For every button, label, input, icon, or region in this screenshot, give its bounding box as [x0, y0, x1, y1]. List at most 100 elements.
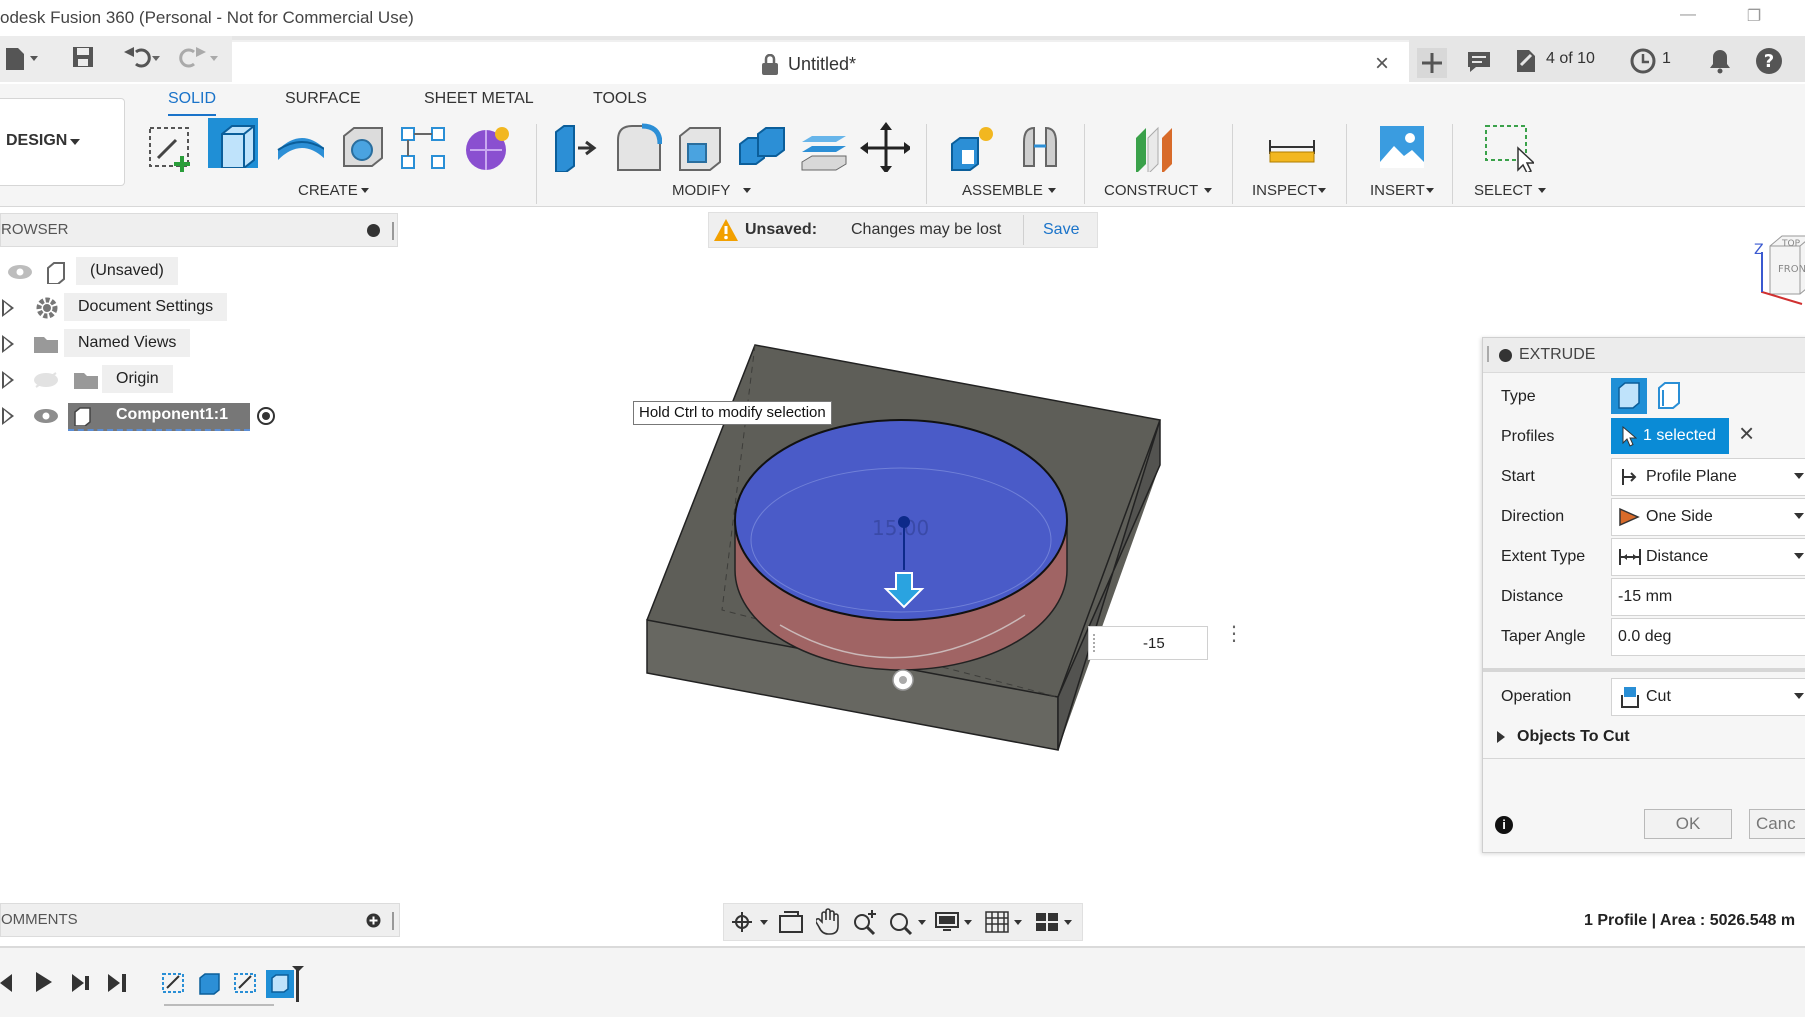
file-menu-icon[interactable]: [4, 46, 38, 72]
type-thin-icon[interactable]: [1651, 378, 1687, 414]
select-group-label[interactable]: SELECT: [1474, 182, 1532, 199]
direction-select[interactable]: One Side: [1611, 498, 1805, 536]
timeline-extrude-icon[interactable]: [196, 970, 224, 996]
measure-icon[interactable]: [1266, 122, 1316, 172]
save-link[interactable]: Save: [1043, 221, 1079, 239]
fillet-icon[interactable]: [612, 122, 662, 172]
restore-icon[interactable]: ❐: [1734, 6, 1774, 28]
offset-plane-icon[interactable]: [1130, 122, 1180, 172]
tab-surface[interactable]: SURFACE: [285, 90, 361, 108]
jobs-counter[interactable]: 4 of 10: [1546, 50, 1595, 68]
fit-icon[interactable]: [888, 908, 928, 936]
collapse-panel-icon[interactable]: [1499, 349, 1512, 362]
browser-item-component[interactable]: Component1:1: [0, 401, 300, 431]
orbit-icon[interactable]: [730, 910, 770, 934]
undo-icon[interactable]: [120, 46, 164, 70]
type-solid-icon[interactable]: [1611, 378, 1647, 414]
display-settings-icon[interactable]: [934, 910, 976, 934]
timeline-sketch-icon[interactable]: [160, 970, 188, 996]
zoom-icon[interactable]: [852, 908, 878, 936]
select-icon[interactable]: [1484, 122, 1534, 172]
revolve-icon[interactable]: [274, 122, 324, 172]
view-cube[interactable]: FRONT TOP Z: [1752, 232, 1805, 312]
new-component-icon[interactable]: [946, 122, 996, 172]
taper-angle-value[interactable]: 0.0 deg: [1618, 628, 1671, 646]
distance-value[interactable]: -15 mm: [1618, 588, 1672, 606]
extrude-header[interactable]: EXTRUDE: [1483, 338, 1805, 373]
expand-arrow-icon[interactable]: [2, 407, 14, 425]
add-comment-icon[interactable]: [366, 913, 381, 928]
activate-component-icon[interactable]: [256, 406, 276, 426]
component-selected-highlight[interactable]: Component1:1: [68, 403, 250, 431]
save-icon[interactable]: [72, 46, 94, 70]
timeline-active-extrude-icon[interactable]: [264, 964, 310, 1004]
input-grip-icon[interactable]: [1093, 634, 1096, 652]
panel-grip-icon[interactable]: [392, 222, 394, 240]
panel-grip-icon[interactable]: [392, 912, 394, 930]
move-icon[interactable]: [860, 122, 910, 172]
create-sketch-icon[interactable]: [146, 122, 196, 172]
clear-selection-icon[interactable]: ×: [1739, 418, 1754, 449]
assemble-group-label[interactable]: ASSEMBLE: [962, 182, 1043, 199]
distance-field[interactable]: -15 mm: [1611, 578, 1805, 616]
eye-icon[interactable]: [32, 407, 60, 425]
go-to-end-icon[interactable]: [106, 972, 130, 994]
insert-image-icon[interactable]: [1378, 122, 1428, 172]
pattern-icon[interactable]: [398, 122, 448, 172]
tab-solid[interactable]: SOLID: [168, 90, 217, 116]
joint-icon[interactable]: [1016, 122, 1066, 172]
cancel-button[interactable]: Canc: [1749, 809, 1805, 839]
distance-input-box[interactable]: -15: [1088, 626, 1208, 660]
browser-panel-header[interactable]: ROWSER: [0, 213, 398, 247]
profiles-selection-button[interactable]: 1 selected: [1611, 418, 1729, 454]
new-tab-icon[interactable]: [1417, 48, 1447, 78]
extrude-icon[interactable]: [208, 118, 258, 168]
hole-icon[interactable]: [336, 122, 386, 172]
browser-item-document-settings[interactable]: Document Settings: [0, 293, 240, 323]
expand-arrow-icon[interactable]: [2, 299, 14, 317]
step-forward-icon[interactable]: [70, 972, 92, 994]
help-icon[interactable]: ?: [1755, 47, 1783, 75]
browser-item-named-views[interactable]: Named Views: [0, 329, 210, 359]
viewports-icon[interactable]: [1034, 910, 1076, 934]
eye-hidden-icon[interactable]: [32, 371, 60, 389]
press-pull-icon[interactable]: [550, 122, 600, 172]
panel-grip-icon[interactable]: [1487, 346, 1489, 362]
expand-arrow-icon[interactable]: [2, 335, 14, 353]
start-select[interactable]: Profile Plane: [1611, 458, 1805, 496]
shell-icon[interactable]: [674, 122, 724, 172]
browser-item-unsaved[interactable]: (Unsaved): [0, 257, 200, 287]
inspect-group-label[interactable]: INSPECT: [1252, 182, 1317, 199]
tab-tools[interactable]: TOOLS: [593, 90, 647, 108]
expand-arrow-icon[interactable]: [2, 371, 14, 389]
eye-icon[interactable]: [6, 263, 34, 281]
notifications-icon[interactable]: [1708, 48, 1732, 74]
comments-icon[interactable]: [1466, 50, 1492, 74]
tab-sheet-metal[interactable]: SHEET METAL: [424, 90, 534, 108]
document-tab[interactable]: Untitled* ×: [232, 40, 1409, 86]
timeline-sketch-icon[interactable]: [232, 970, 260, 996]
comments-panel-header[interactable]: OMMENTS: [0, 903, 400, 937]
jobs-icon[interactable]: [1514, 48, 1538, 74]
objects-to-cut-toggle[interactable]: Objects To Cut: [1497, 724, 1697, 750]
pan-icon[interactable]: [816, 908, 842, 936]
offset-face-icon[interactable]: [798, 122, 848, 172]
taper-angle-field[interactable]: 0.0 deg: [1611, 618, 1805, 656]
info-icon[interactable]: i: [1495, 816, 1513, 834]
construct-group-label[interactable]: CONSTRUCT: [1104, 182, 1198, 199]
grid-settings-icon[interactable]: [984, 910, 1026, 934]
operation-select[interactable]: Cut: [1611, 678, 1805, 716]
create-form-icon[interactable]: [460, 122, 510, 172]
look-at-icon[interactable]: [778, 910, 804, 934]
workspace-switcher[interactable]: DESIGN: [0, 98, 125, 186]
extent-type-select[interactable]: Distance: [1611, 538, 1805, 576]
clock-icon[interactable]: [1630, 48, 1656, 74]
distance-input[interactable]: -15: [1143, 635, 1165, 652]
browser-item-origin[interactable]: Origin: [0, 365, 180, 395]
go-to-start-icon[interactable]: [0, 972, 14, 994]
ok-button[interactable]: OK: [1644, 809, 1732, 839]
modify-group-label[interactable]: MODIFY: [672, 182, 730, 199]
collapse-panel-icon[interactable]: [367, 224, 380, 237]
redo-icon[interactable]: [178, 46, 222, 70]
create-group-label[interactable]: CREATE: [298, 182, 358, 199]
